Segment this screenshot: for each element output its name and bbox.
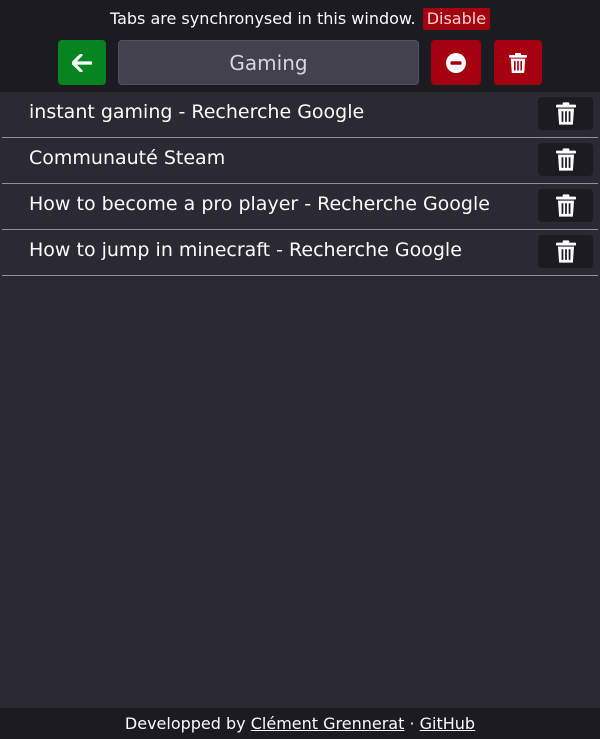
footer: Developped by Clément Grennerat · GitHub — [0, 708, 600, 739]
tab-title: How to become a pro player - Recherche G… — [29, 193, 490, 215]
header: Tabs are synchronysed in this window. Di… — [0, 0, 600, 92]
back-button[interactable] — [58, 40, 106, 85]
minus-circle-icon — [446, 52, 466, 73]
remove-group-button[interactable] — [431, 40, 481, 85]
footer-separator: · — [404, 714, 420, 733]
tab-item[interactable]: How to become a pro player - Recherche G… — [2, 184, 598, 230]
tab-list: instant gaming - Recherche Google Commun… — [0, 92, 600, 276]
trash-icon — [555, 194, 576, 217]
tab-group-window: Tabs are synchronysed in this window. Di… — [0, 0, 600, 739]
tab-title: How to jump in minecraft - Recherche Goo… — [29, 239, 462, 261]
sync-status-bar: Tabs are synchronysed in this window. Di… — [0, 8, 600, 30]
delete-group-button[interactable] — [494, 40, 542, 85]
tab-item[interactable]: Communauté Steam — [2, 138, 598, 184]
delete-tab-button[interactable] — [538, 189, 593, 222]
sync-status-text: Tabs are synchronysed in this window. — [109, 9, 416, 28]
footer-prefix: Developped by — [124, 714, 251, 733]
trash-icon — [555, 148, 576, 171]
tab-item[interactable]: How to jump in minecraft - Recherche Goo… — [2, 230, 598, 276]
toolbar — [0, 40, 600, 85]
disable-sync-button[interactable]: Disable — [422, 8, 491, 30]
delete-tab-button[interactable] — [538, 235, 593, 268]
trash-icon — [555, 240, 576, 263]
arrow-left-icon — [72, 53, 92, 72]
github-link[interactable]: GitHub — [420, 714, 475, 733]
author-link[interactable]: Clément Grennerat — [251, 714, 405, 733]
tab-title: Communauté Steam — [29, 147, 226, 169]
trash-icon — [509, 52, 527, 73]
delete-tab-button[interactable] — [538, 143, 593, 176]
delete-tab-button[interactable] — [538, 97, 593, 130]
group-name-input[interactable] — [118, 40, 419, 85]
trash-icon — [555, 102, 576, 125]
tab-title: instant gaming - Recherche Google — [29, 101, 365, 123]
tab-item[interactable]: instant gaming - Recherche Google — [2, 92, 598, 138]
